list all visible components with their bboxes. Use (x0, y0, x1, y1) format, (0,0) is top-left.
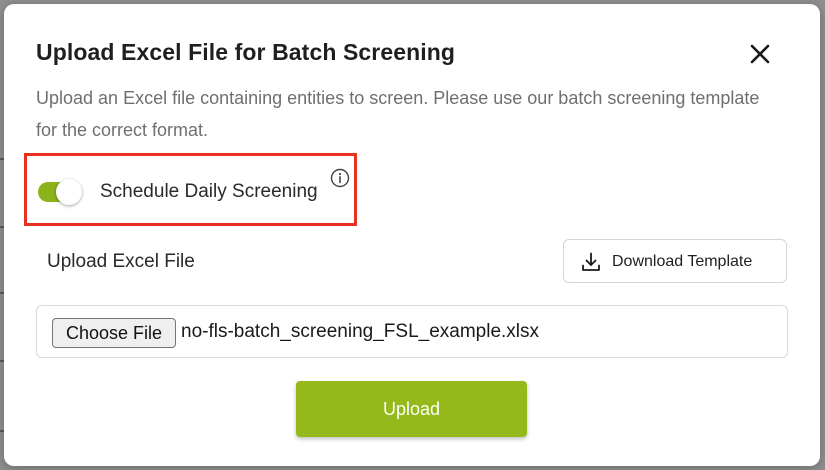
info-icon[interactable] (330, 168, 350, 188)
dialog-title: Upload Excel File for Batch Screening (36, 39, 456, 65)
file-input-field[interactable]: Choose File no-fls-batch_screening_FSL_e… (36, 305, 788, 358)
dialog-description: Upload an Excel file containing entities… (36, 88, 760, 140)
close-button[interactable] (744, 38, 776, 70)
choose-file-button[interactable]: Choose File (52, 318, 176, 348)
download-template-label: Download Template (612, 253, 753, 270)
selected-file-name: no-fls-batch_screening_FSL_example.xlsx (181, 321, 540, 342)
download-icon (582, 252, 600, 271)
download-template-button[interactable]: Download Template (563, 239, 787, 283)
schedule-daily-label: Schedule Daily Screening (100, 181, 318, 202)
toggle-knob (56, 179, 82, 205)
schedule-daily-toggle[interactable] (38, 179, 84, 205)
upload-excel-label: Upload Excel File (47, 251, 195, 272)
upload-dialog: Upload Excel File for Batch Screening Up… (4, 4, 820, 466)
upload-button[interactable]: Upload (296, 381, 527, 437)
close-icon (750, 44, 770, 64)
